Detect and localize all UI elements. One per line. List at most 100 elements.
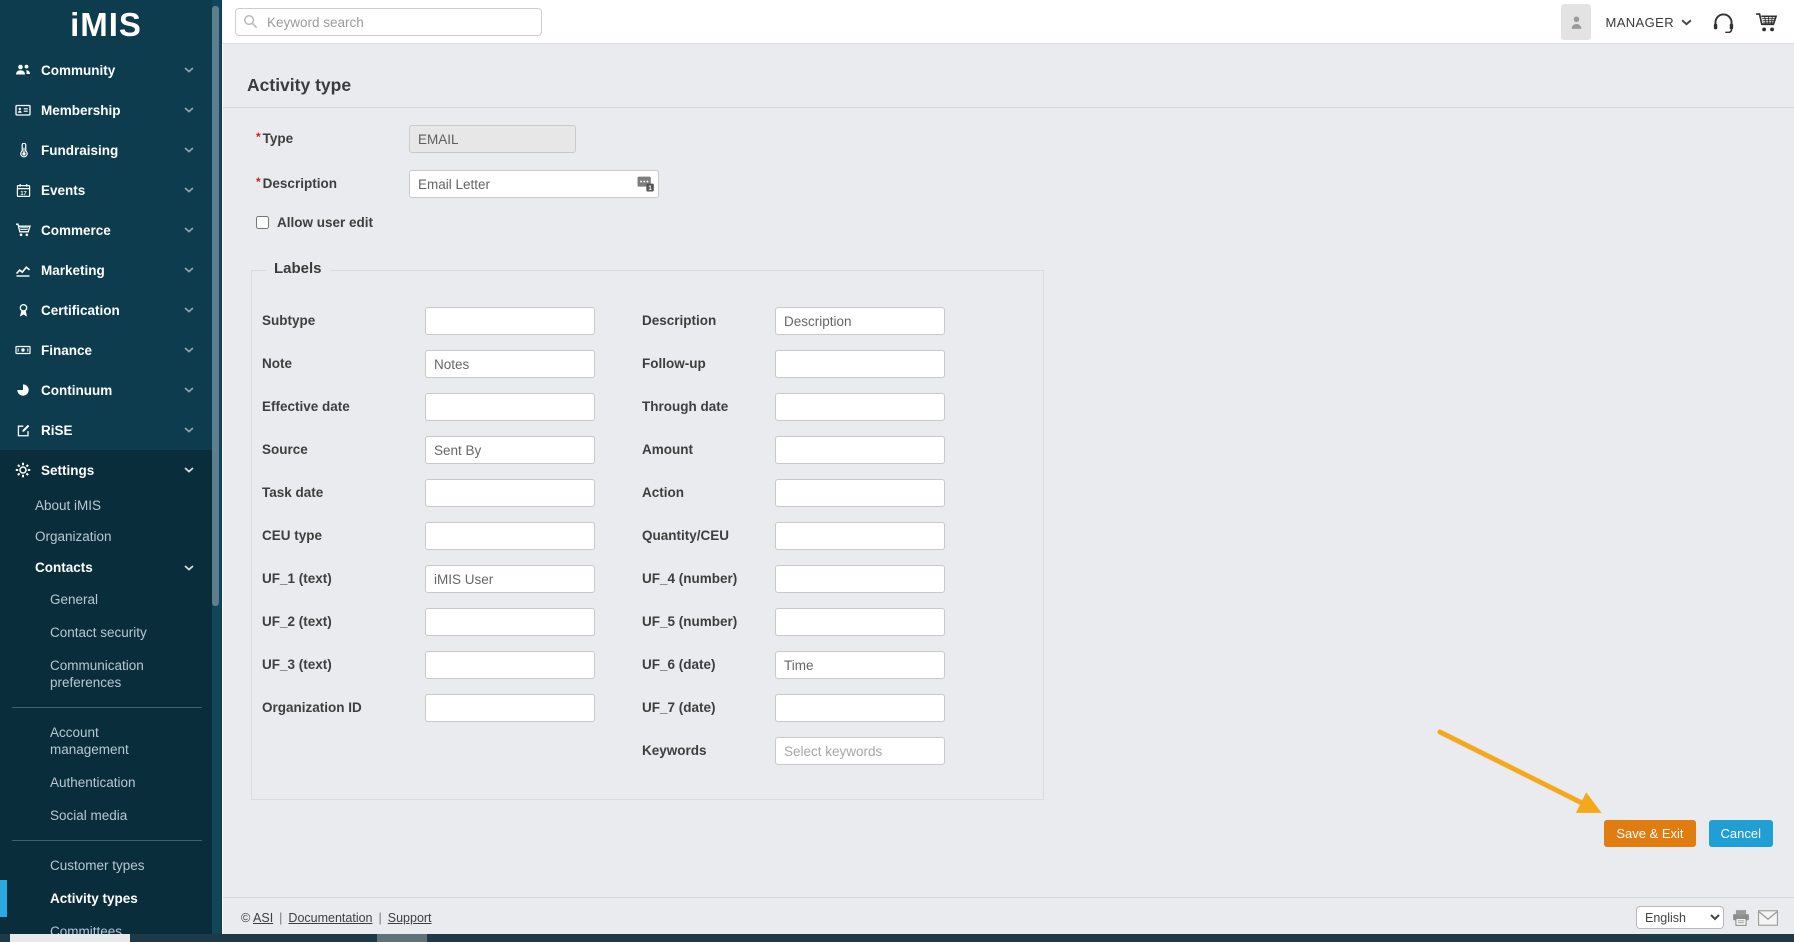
sidebar-item-marketing[interactable]: Marketing <box>0 250 212 290</box>
type-field <box>409 125 576 153</box>
envelope-icon[interactable] <box>1758 910 1778 926</box>
sidebar-item-contacts[interactable]: Contacts <box>0 552 212 583</box>
follow-up-label: Follow-up <box>642 350 775 378</box>
uf3-field[interactable] <box>425 651 595 679</box>
subtype-label: Subtype <box>262 307 425 335</box>
gear-icon <box>14 462 32 478</box>
description-field[interactable] <box>409 170 659 198</box>
horizontal-scrollbar-thumb[interactable] <box>10 934 130 942</box>
pie-chart-icon <box>14 382 32 398</box>
avatar[interactable] <box>1561 4 1591 40</box>
keywords-field[interactable] <box>775 737 945 765</box>
uf5-field[interactable] <box>775 608 945 636</box>
labels-legend: Labels <box>266 260 330 277</box>
horizontal-scrollbar-thumb[interactable] <box>377 934 427 942</box>
sidebar-item-contact-security[interactable]: Contact security <box>0 616 200 649</box>
effective-date-field[interactable] <box>425 393 595 421</box>
user-menu[interactable]: MANAGER <box>1605 15 1692 30</box>
sidebar-item-rise[interactable]: RiSE <box>0 410 212 450</box>
sidebar-item-fundraising[interactable]: Fundraising <box>0 130 212 170</box>
sidebar-item-commerce[interactable]: Commerce <box>0 210 212 250</box>
chevron-down-icon <box>184 267 194 273</box>
documentation-link[interactable]: Documentation <box>288 911 372 925</box>
uf6-field[interactable] <box>775 651 945 679</box>
chevron-down-icon <box>1681 19 1692 26</box>
subtype-field[interactable] <box>425 307 595 335</box>
task-date-field[interactable] <box>425 479 595 507</box>
ceu-type-field[interactable] <box>425 522 595 550</box>
money-icon <box>14 342 32 358</box>
search-input[interactable] <box>235 8 542 36</box>
chevron-down-icon <box>184 187 194 193</box>
uf7-field[interactable] <box>775 694 945 722</box>
sidebar-item-general[interactable]: General <box>0 583 200 616</box>
uf7-label: UF_7 (date) <box>642 694 775 722</box>
sidebar-item-settings[interactable]: Settings <box>0 450 212 490</box>
through-date-field[interactable] <box>775 393 945 421</box>
uf2-label: UF_2 (text) <box>262 608 425 636</box>
sidebar-item-events[interactable]: 17 Events <box>0 170 212 210</box>
note-field[interactable] <box>425 350 595 378</box>
uf4-field[interactable] <box>775 565 945 593</box>
quantity-ceu-field[interactable] <box>775 522 945 550</box>
source-field[interactable] <box>425 436 595 464</box>
follow-up-field[interactable] <box>775 350 945 378</box>
shopping-cart-icon[interactable] <box>1755 11 1780 33</box>
main-content: Activity type Type Description 1 Allow u… <box>222 44 1794 942</box>
uf1-field[interactable] <box>425 565 595 593</box>
description-label-field[interactable] <box>775 307 945 335</box>
sidebar-item-continuum[interactable]: Continuum <box>0 370 212 410</box>
users-icon <box>14 62 32 78</box>
translate-icon[interactable]: 1 <box>637 176 654 197</box>
sidebar-item-authentication[interactable]: Authentication <box>0 766 200 799</box>
chevron-down-icon <box>184 227 194 233</box>
sidebar-item-account-management[interactable]: Account management <box>0 716 170 766</box>
printer-icon[interactable] <box>1732 909 1750 927</box>
topbar: MANAGER <box>222 0 1794 44</box>
horizontal-scrollbar[interactable] <box>0 934 1794 942</box>
uf6-label: UF_6 (date) <box>642 651 775 679</box>
sidebar-scrollbar[interactable] <box>212 0 221 942</box>
support-link[interactable]: Support <box>388 911 432 925</box>
copyright: © <box>241 911 250 925</box>
thermometer-icon <box>14 142 32 158</box>
headset-icon[interactable] <box>1712 12 1735 33</box>
chevron-down-icon <box>184 467 194 473</box>
asi-link[interactable]: ASI <box>253 911 273 925</box>
chevron-down-icon <box>184 565 194 571</box>
annotation-arrow <box>1428 722 1620 828</box>
sidebar-item-activity-types[interactable]: Activity types <box>0 882 200 915</box>
sidebar-item-organization[interactable]: Organization <box>0 521 212 552</box>
id-card-icon <box>14 102 32 118</box>
line-chart-icon <box>14 262 32 278</box>
save-exit-button[interactable]: Save & Exit <box>1604 820 1695 847</box>
sidebar-item-about-imis[interactable]: About iMIS <box>0 490 212 521</box>
uf4-label: UF_4 (number) <box>642 565 775 593</box>
amount-label: Amount <box>642 436 775 464</box>
sidebar-item-communication-preferences[interactable]: Communication preferences <box>0 649 170 699</box>
organization-id-field[interactable] <box>425 694 595 722</box>
sidebar-item-certification[interactable]: Certification <box>0 290 212 330</box>
source-label: Source <box>262 436 425 464</box>
cancel-button[interactable]: Cancel <box>1709 820 1773 847</box>
chevron-down-icon <box>184 307 194 313</box>
action-field[interactable] <box>775 479 945 507</box>
amount-field[interactable] <box>775 436 945 464</box>
language-select[interactable]: English <box>1636 906 1724 929</box>
svg-text:1: 1 <box>648 185 652 192</box>
award-ribbon-icon <box>14 302 32 318</box>
sidebar-item-social-media[interactable]: Social media <box>0 799 200 832</box>
sidebar-scrollbar-thumb[interactable] <box>212 6 219 606</box>
ceu-type-label: CEU type <box>262 522 425 550</box>
uf2-field[interactable] <box>425 608 595 636</box>
description-label: Description <box>256 170 409 198</box>
type-label: Type <box>256 125 409 153</box>
sidebar-item-community[interactable]: Community <box>0 50 212 90</box>
sidebar-item-membership[interactable]: Membership <box>0 90 212 130</box>
imis-logo[interactable]: iMIS <box>0 0 212 50</box>
uf5-label: UF_5 (number) <box>642 608 775 636</box>
allow-user-edit-checkbox[interactable] <box>256 216 269 229</box>
sidebar-item-finance[interactable]: Finance <box>0 330 212 370</box>
labels-section: Labels Subtype Description Note Follow-u… <box>251 270 1044 800</box>
sidebar-item-customer-types[interactable]: Customer types <box>0 849 200 882</box>
